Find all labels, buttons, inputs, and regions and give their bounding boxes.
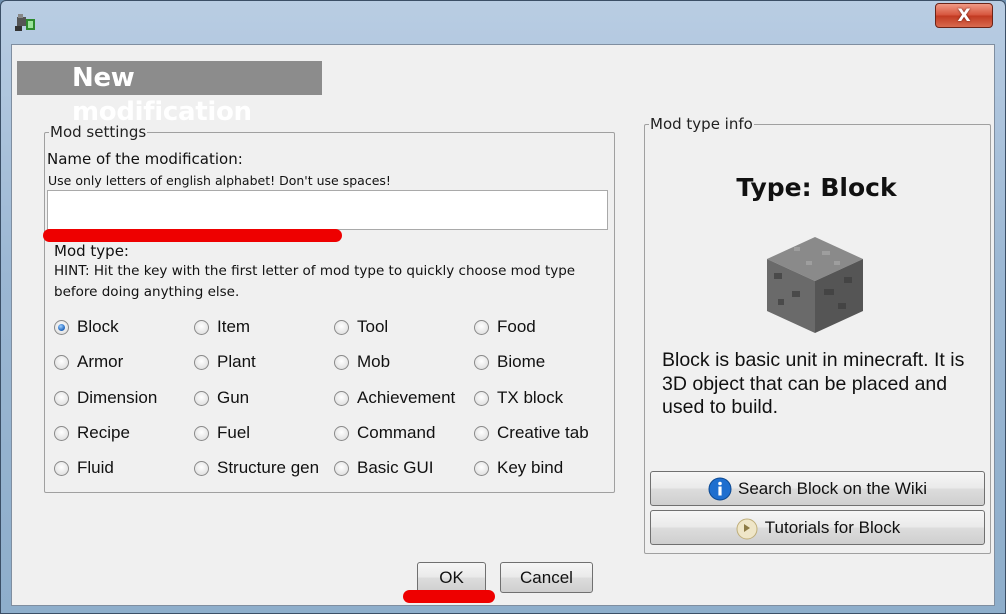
search-wiki-label: Search Block on the Wiki: [738, 478, 927, 498]
mod-type-option-label: Dimension: [77, 388, 158, 407]
radio-button-icon[interactable]: [474, 460, 489, 476]
mod-type-option-tool[interactable]: Tool: [334, 316, 388, 338]
mod-type-option-label: Armor: [77, 352, 124, 371]
mod-type-option-label: Food: [497, 317, 536, 336]
mod-type-option-label: Gun: [217, 388, 250, 407]
dialog-window: X New modification Mod settings Name of …: [0, 0, 1006, 614]
mod-type-option-food[interactable]: Food: [474, 316, 536, 338]
search-wiki-button[interactable]: Search Block on the Wiki: [650, 471, 985, 506]
radio-button-icon[interactable]: [474, 390, 489, 406]
dialog-client-area: New modification Mod settings Name of th…: [11, 44, 995, 606]
mod-type-option-structure-gen[interactable]: Structure gen: [194, 457, 319, 479]
radio-button-icon[interactable]: [334, 390, 349, 406]
page-title: New modification: [17, 61, 322, 127]
mod-type-option-basic-gui[interactable]: Basic GUI: [334, 457, 434, 479]
mod-type-option-block[interactable]: Block: [54, 316, 119, 338]
mod-type-option-gun[interactable]: Gun: [194, 387, 249, 409]
mod-type-option-label: Mob: [357, 352, 391, 371]
mod-type-option-label: Achievement: [357, 388, 456, 407]
radio-button-icon[interactable]: [194, 319, 209, 335]
radio-button-icon[interactable]: [474, 319, 489, 335]
mod-type-option-item[interactable]: Item: [194, 316, 250, 338]
mod-type-option-label: Creative tab: [497, 423, 589, 442]
annotation-red-underline: [43, 229, 342, 242]
mod-type-option-label: TX block: [497, 388, 564, 407]
type-title: Type: Block: [736, 173, 897, 202]
mod-type-option-label: Structure gen: [217, 458, 320, 477]
mod-type-label: Mod type:: [54, 242, 129, 260]
radio-button-icon[interactable]: [54, 390, 69, 406]
radio-button-icon[interactable]: [334, 319, 349, 335]
mod-type-option-recipe[interactable]: Recipe: [54, 422, 130, 444]
close-button[interactable]: X: [935, 3, 993, 28]
name-hint: Use only letters of english alphabet! Do…: [48, 173, 391, 188]
mod-type-option-mob[interactable]: Mob: [334, 351, 390, 373]
mod-type-hint-line1: HINT: Hit the key with the first letter …: [54, 263, 576, 279]
type-description: Block is basic unit in minecraft. It is …: [662, 349, 965, 418]
mod-type-option-label: Basic GUI: [357, 458, 434, 477]
mod-type-option-fuel[interactable]: Fuel: [194, 422, 250, 444]
mod-type-option-label: Fluid: [77, 458, 114, 477]
info-icon: [708, 477, 732, 501]
title-bar[interactable]: X: [1, 1, 1005, 39]
mod-type-option-label: Plant: [217, 352, 256, 371]
radio-button-icon[interactable]: [194, 390, 209, 406]
radio-button-icon[interactable]: [474, 425, 489, 441]
mod-type-option-label: Block: [77, 317, 119, 336]
mod-type-hint-line2: before doing anything else.: [54, 284, 240, 300]
mod-type-option-achievement[interactable]: Achievement: [334, 387, 455, 409]
mod-type-option-label: Item: [217, 317, 251, 336]
radio-button-icon[interactable]: [54, 319, 69, 335]
radio-button-icon[interactable]: [474, 354, 489, 370]
mod-type-option-dimension[interactable]: Dimension: [54, 387, 157, 409]
mod-type-option-label: Recipe: [77, 423, 130, 442]
mod-type-option-label: Biome: [497, 352, 546, 371]
mod-type-option-armor[interactable]: Armor: [54, 351, 123, 373]
cancel-label: Cancel: [520, 567, 573, 587]
mod-type-option-creative-tab[interactable]: Creative tab: [474, 422, 589, 444]
close-icon: X: [957, 5, 971, 26]
radio-button-icon[interactable]: [54, 354, 69, 370]
name-label: Name of the modification:: [47, 150, 243, 168]
mod-type-option-label: Key bind: [497, 458, 564, 477]
mod-type-option-plant[interactable]: Plant: [194, 351, 256, 373]
block-preview-image: [767, 237, 863, 333]
ok-button[interactable]: OK: [417, 562, 486, 593]
radio-button-icon[interactable]: [54, 425, 69, 441]
radio-button-icon[interactable]: [334, 425, 349, 441]
tutorial-icon: [735, 516, 759, 540]
mod-type-option-label: Tool: [357, 317, 389, 336]
mod-settings-legend: Mod settings: [50, 123, 147, 141]
mod-type-option-fluid[interactable]: Fluid: [54, 457, 114, 479]
mod-type-option-biome[interactable]: Biome: [474, 351, 545, 373]
radio-button-icon[interactable]: [334, 460, 349, 476]
ok-label: OK: [439, 567, 464, 587]
mod-type-option-key-bind[interactable]: Key bind: [474, 457, 563, 479]
annotation-red-underline-ok: [403, 590, 495, 603]
tutorials-label: Tutorials for Block: [764, 517, 901, 537]
radio-button-icon[interactable]: [194, 354, 209, 370]
radio-button-icon[interactable]: [194, 425, 209, 441]
app-icon: [15, 14, 35, 31]
mod-type-info-legend: Mod type info: [650, 115, 753, 133]
mod-type-option-tx-block[interactable]: TX block: [474, 387, 563, 409]
radio-button-icon[interactable]: [54, 460, 69, 476]
radio-button-icon[interactable]: [334, 354, 349, 370]
cancel-button[interactable]: Cancel: [500, 562, 593, 593]
mod-name-input[interactable]: [47, 190, 608, 230]
mod-type-option-label: Command: [357, 423, 436, 442]
mod-type-option-label: Fuel: [217, 423, 251, 442]
tutorials-button[interactable]: Tutorials for Block: [650, 510, 985, 545]
mod-type-option-command[interactable]: Command: [334, 422, 435, 444]
radio-button-icon[interactable]: [194, 460, 209, 476]
